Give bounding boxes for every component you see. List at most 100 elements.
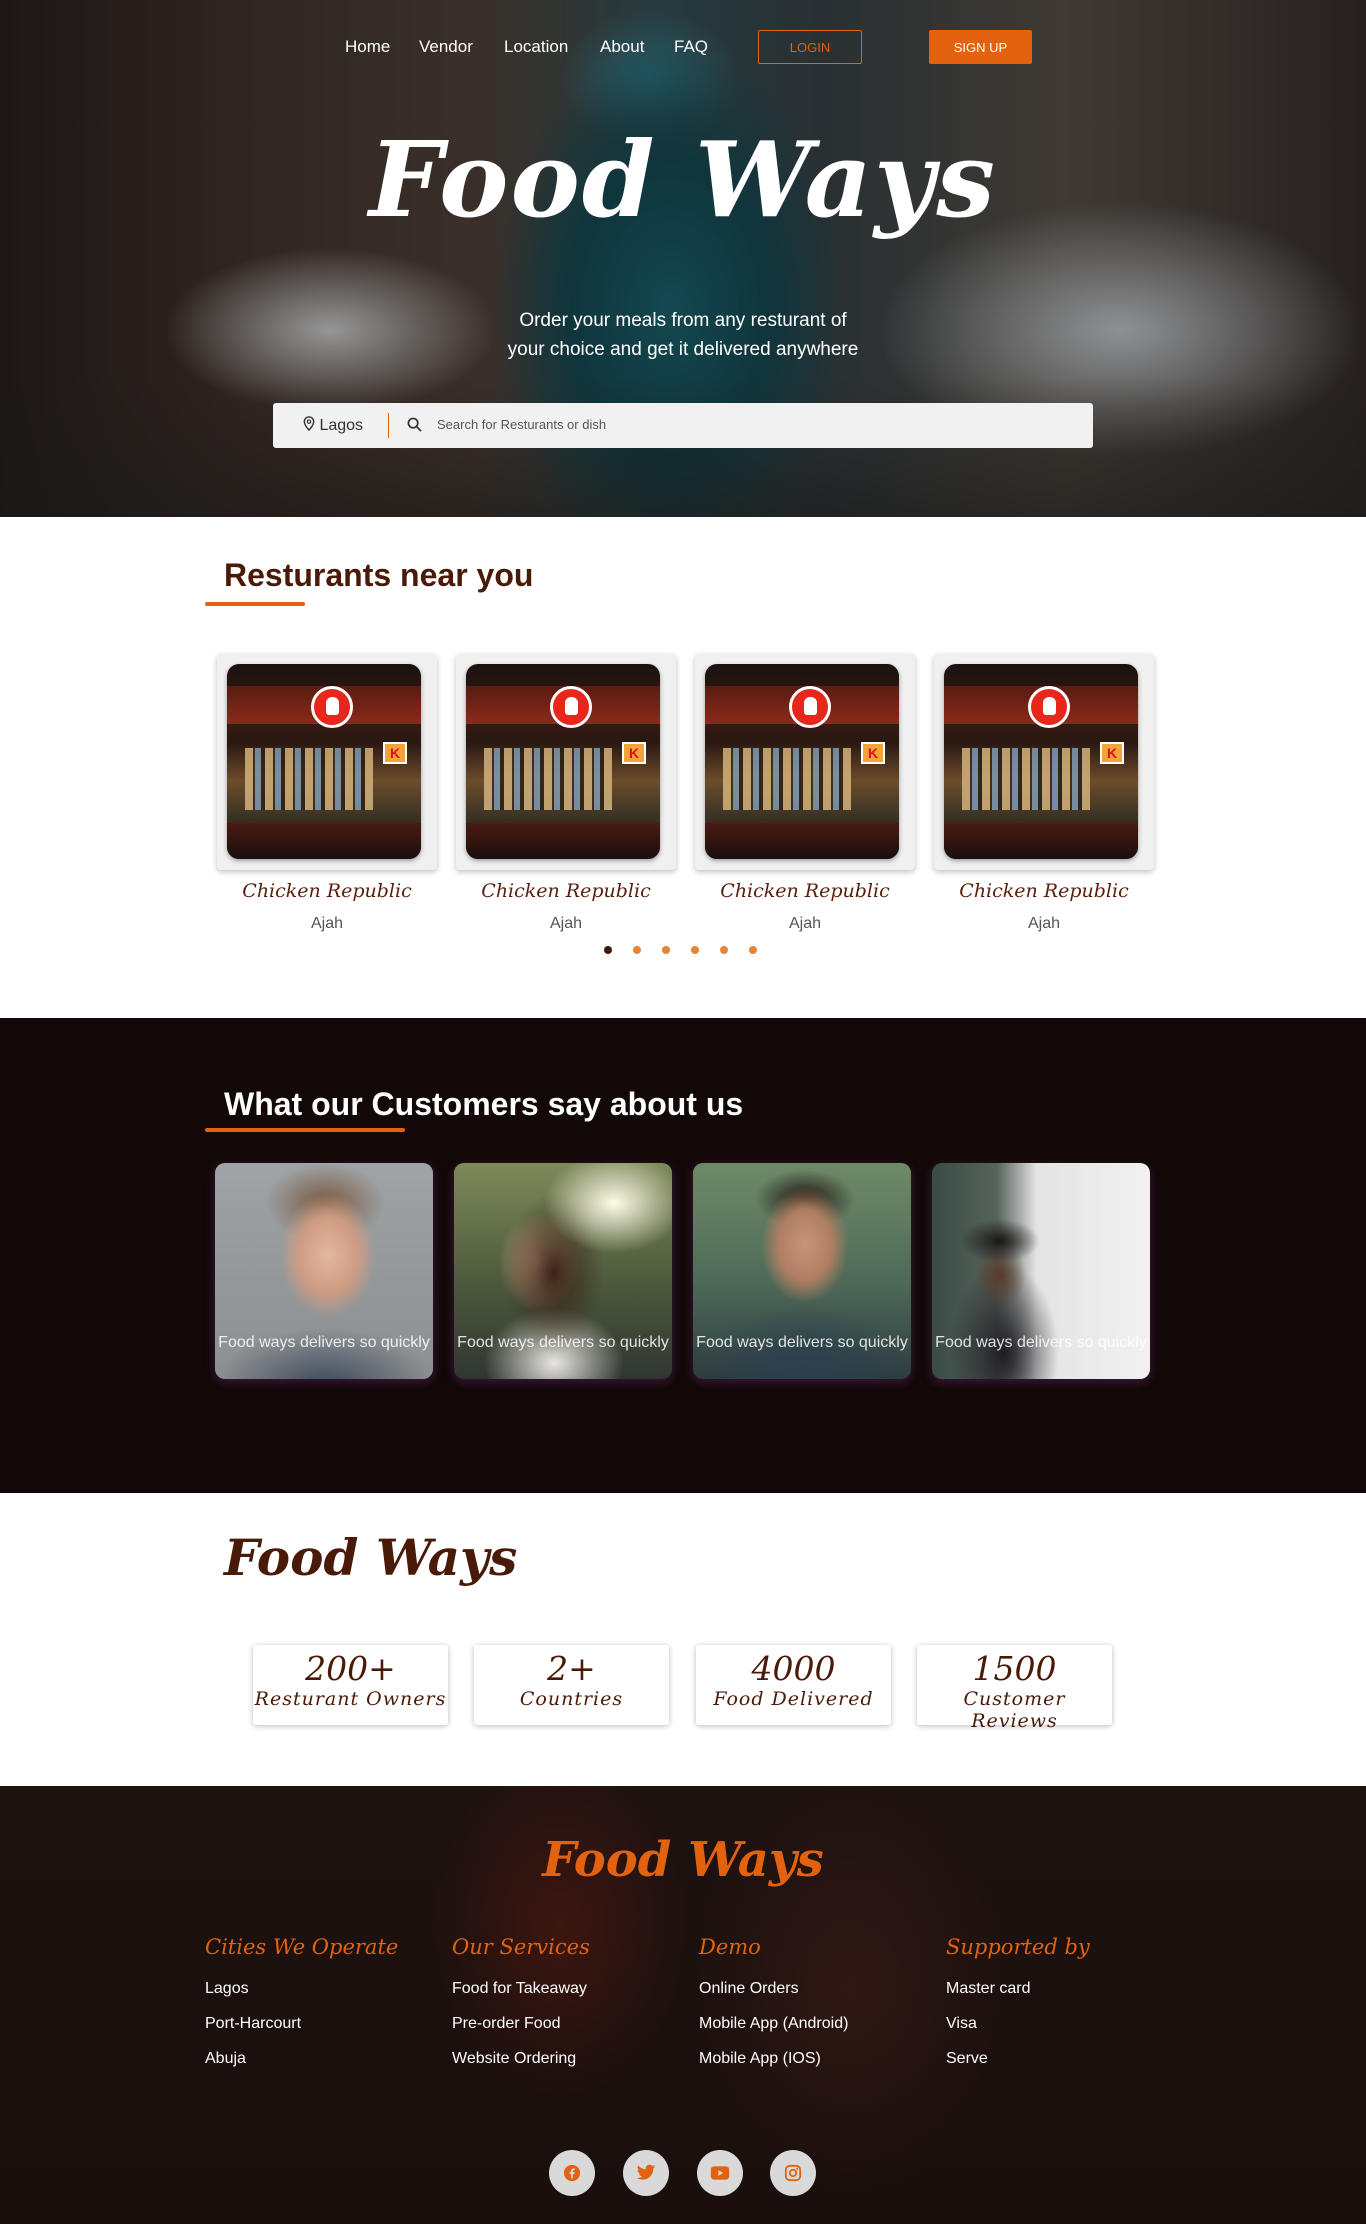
instagram-button[interactable] — [770, 2150, 816, 2196]
restaurant-card[interactable]: K — [934, 654, 1154, 870]
carousel-pagination — [604, 946, 757, 954]
footer-brand: Food Ways — [542, 1832, 824, 1888]
restaurants-section-title: Resturants near you — [224, 557, 534, 593]
carousel-dot[interactable] — [662, 946, 670, 954]
testimonial-text: Food ways delivers so quickly — [218, 1334, 430, 1351]
kfc-logo — [550, 686, 592, 728]
carousel-dot[interactable] — [749, 946, 757, 954]
instagram-icon — [784, 2164, 802, 2182]
footer-link[interactable]: Pre-order Food — [452, 2006, 590, 2041]
footer-link[interactable]: Mobile App (Android) — [699, 2006, 848, 2041]
restaurant-name[interactable]: Chicken Republic — [934, 880, 1154, 902]
footer-link[interactable]: Online Orders — [699, 1971, 848, 2006]
search-input[interactable]: Search for Resturants or dish — [437, 417, 606, 432]
restaurant-image: K — [944, 664, 1138, 859]
search-bar: Lagos Search for Resturants or dish — [273, 403, 1093, 448]
testimonial-text: Food ways delivers so quickly — [696, 1334, 908, 1351]
restaurant-image: K — [705, 664, 899, 859]
kfc-logo — [1028, 686, 1070, 728]
stat-label: Customer Reviews — [963, 1688, 1066, 1732]
carousel-dot[interactable] — [633, 946, 641, 954]
stat-card: 4000 Food Delivered — [696, 1645, 891, 1725]
restaurant-card[interactable]: K — [217, 654, 437, 870]
youtube-button[interactable] — [697, 2150, 743, 2196]
restaurant-name[interactable]: Chicken Republic — [456, 880, 676, 902]
footer-link[interactable]: Food for Takeaway — [452, 1971, 590, 2006]
stat-value: 4000 — [751, 1649, 836, 1688]
footer-heading: Cities We Operate — [205, 1935, 399, 1959]
stat-card: 2+ Countries — [474, 1645, 669, 1725]
restaurant-location: Ajah — [788, 915, 822, 932]
restaurant-location: Ajah — [1027, 915, 1061, 932]
nav-faq-link[interactable]: FAQ — [674, 37, 708, 57]
hero-subtitle: Order your meals from any resturant of y… — [0, 306, 1366, 364]
footer-column-supported-by: Supported by Master card Visa Serve — [946, 1935, 1090, 2076]
map-pin-icon — [303, 416, 315, 432]
testimonial-card[interactable]: Food ways delivers so quickly — [932, 1163, 1150, 1379]
login-button[interactable]: LOGIN — [758, 30, 862, 64]
nav-home-link[interactable]: Home — [345, 37, 390, 57]
stat-value: 2+ — [547, 1649, 596, 1688]
location-value: Lagos — [319, 417, 364, 434]
restaurant-card[interactable]: K — [695, 654, 915, 870]
stat-card: 1500 Customer Reviews — [917, 1645, 1112, 1732]
restaurant-location: Ajah — [549, 915, 583, 932]
carousel-dot[interactable] — [691, 946, 699, 954]
footer-link[interactable]: Visa — [946, 2006, 1090, 2041]
kfc-logo — [311, 686, 353, 728]
location-selector[interactable]: Lagos — [303, 416, 363, 435]
search-icon — [407, 417, 422, 432]
search-divider — [388, 413, 389, 438]
footer-heading: Supported by — [946, 1935, 1090, 1959]
hero-title: Food Ways — [369, 118, 997, 241]
kfc-logo — [789, 686, 831, 728]
carousel-dot[interactable] — [720, 946, 728, 954]
footer-link[interactable]: Lagos — [205, 1971, 398, 2006]
nav-vendor-link[interactable]: Vendor — [419, 37, 473, 57]
stat-label: Food Delivered — [713, 1688, 874, 1710]
testimonials-section-title: What our Customers say about us — [224, 1086, 744, 1122]
testimonial-text: Food ways delivers so quickly — [935, 1334, 1147, 1351]
restaurants-title-underline — [205, 602, 305, 606]
testimonial-card[interactable]: Food ways delivers so quickly — [693, 1163, 911, 1379]
testimonials-title-underline — [205, 1128, 405, 1132]
nav-location-link[interactable]: Location — [504, 37, 568, 57]
testimonial-card[interactable]: Food ways delivers so quickly — [215, 1163, 433, 1379]
footer-link[interactable]: Website Ordering — [452, 2041, 590, 2076]
facebook-icon — [563, 2164, 581, 2182]
youtube-icon — [710, 2166, 730, 2180]
restaurant-name[interactable]: Chicken Republic — [695, 880, 915, 902]
restaurant-location: Ajah — [310, 915, 344, 932]
testimonial-text: Food ways delivers so quickly — [457, 1334, 669, 1351]
nav-about-link[interactable]: About — [600, 37, 644, 57]
footer-column-cities: Cities We Operate Lagos Port-Harcourt Ab… — [205, 1935, 398, 2076]
restaurant-name[interactable]: Chicken Republic — [217, 880, 437, 902]
restaurant-image: K — [466, 664, 660, 859]
footer-link[interactable]: Mobile App (IOS) — [699, 2041, 848, 2076]
stat-card: 200+ Resturant Owners — [253, 1645, 448, 1725]
stat-value: 200+ — [305, 1649, 396, 1688]
restaurant-image: K — [227, 664, 421, 859]
carousel-dot[interactable] — [604, 946, 612, 954]
footer-heading: Demo — [699, 1935, 761, 1959]
footer-link[interactable]: Abuja — [205, 2041, 398, 2076]
footer-heading: Our Services — [452, 1935, 590, 1959]
top-navigation: Home Vendor Location About FAQ LOGIN SIG… — [0, 30, 1366, 66]
stat-label: Countries — [519, 1688, 624, 1710]
hero-subtitle-line-1: Order your meals from any resturant of — [519, 310, 847, 331]
footer-link[interactable]: Master card — [946, 1971, 1090, 2006]
hero-subtitle-line-2: your choice and get it delivered anywher… — [507, 339, 859, 360]
footer-link[interactable]: Serve — [946, 2041, 1090, 2076]
stat-value: 1500 — [972, 1649, 1057, 1688]
footer-column-services: Our Services Food for Takeaway Pre-order… — [452, 1935, 590, 2076]
restaurant-card[interactable]: K — [456, 654, 676, 870]
brand-wordmark: Food Ways — [224, 1528, 518, 1587]
footer-column-demo: Demo Online Orders Mobile App (Android) … — [699, 1935, 848, 2076]
twitter-button[interactable] — [623, 2150, 669, 2196]
footer-link[interactable]: Port-Harcourt — [205, 2006, 398, 2041]
stat-label: Resturant Owners — [254, 1688, 447, 1710]
signup-button[interactable]: SIGN UP — [929, 30, 1032, 64]
twitter-icon — [636, 2164, 656, 2180]
testimonial-card[interactable]: Food ways delivers so quickly — [454, 1163, 672, 1379]
facebook-button[interactable] — [549, 2150, 595, 2196]
